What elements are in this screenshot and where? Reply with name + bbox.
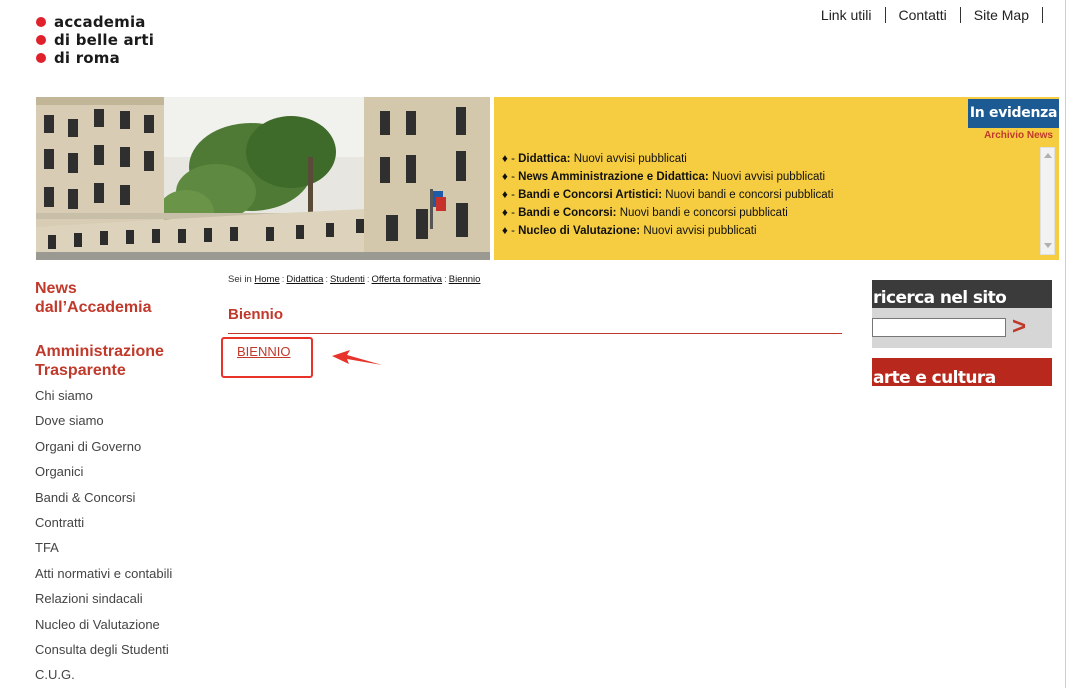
nav-item-cug[interactable]: C.U.G. <box>35 665 172 688</box>
banner-photo <box>36 97 490 260</box>
top-link-site-map[interactable]: Site Map <box>961 7 1042 23</box>
nav-heading-news[interactable]: News dall’Accademia <box>35 279 152 317</box>
nav-item-organi-di-governo[interactable]: Organi di Governo <box>35 437 172 462</box>
page-title: Biennio <box>228 306 283 323</box>
arte-e-cultura-box[interactable]: arte e cultura <box>872 358 1052 386</box>
nav-heading-amm-line-2: Trasparente <box>35 362 126 379</box>
site-search-box: ricerca nel sito > <box>872 280 1052 348</box>
breadcrumb-studenti[interactable]: Studenti <box>330 274 365 285</box>
scroll-down-icon[interactable] <box>1044 243 1052 248</box>
news-item[interactable]: ♦ - Bandi e Concorsi: Nuovi bandi e conc… <box>502 204 833 222</box>
breadcrumb-offerta-formativa[interactable]: Offerta formativa <box>372 274 443 285</box>
logo-line-2: di belle arti <box>54 31 155 49</box>
news-bullet: ♦ - <box>502 189 519 201</box>
nav-item-organici[interactable]: Organici <box>35 462 172 487</box>
nav-item-contratti[interactable]: Contratti <box>35 513 172 538</box>
annotation-arrow-icon <box>332 350 382 365</box>
search-title: ricerca nel sito <box>872 280 1052 308</box>
news-item-title: Didattica: <box>518 153 571 165</box>
news-item[interactable]: ♦ - News Amministrazione e Didattica: Nu… <box>502 168 833 186</box>
news-item-text: Nuovi bandi e concorsi pubblicati <box>665 189 834 201</box>
logo-line-1: accademia <box>54 13 146 31</box>
news-item[interactable]: ♦ - Nucleo di Valutazione: Nuovi avvisi … <box>502 222 833 240</box>
logo-dot <box>36 35 46 45</box>
breadcrumb-separator: : <box>366 274 370 285</box>
nav-heading-amministrazione[interactable]: Amministrazione Trasparente <box>35 342 164 380</box>
news-list: ♦ - Didattica: Nuovi avvisi pubblicati ♦… <box>502 150 833 240</box>
archivio-news-link[interactable]: Archivio News <box>984 130 1053 141</box>
top-link-separator <box>1042 7 1043 23</box>
nav-item-tfa[interactable]: TFA <box>35 538 172 563</box>
nav-item-nucleo-di-valutazione[interactable]: Nucleo di Valutazione <box>35 615 172 640</box>
news-item[interactable]: ♦ - Didattica: Nuovi avvisi pubblicati <box>502 150 833 168</box>
news-bullet: ♦ - <box>502 207 519 219</box>
logo-dot <box>36 17 46 27</box>
breadcrumb: Sei in Home: Didattica: Studenti: Offerta f… <box>228 274 480 285</box>
news-item-title: Bandi e Concorsi: <box>518 207 617 219</box>
nav-heading-news-line-2: dall’Accademia <box>35 299 152 316</box>
nav-item-consulta-studenti[interactable]: Consulta degli Studenti <box>35 640 172 665</box>
news-item-title: Nucleo di Valutazione: <box>518 225 641 237</box>
arte-e-cultura-title: arte e cultura <box>873 368 996 386</box>
in-evidenza-label: In evidenza <box>968 99 1059 128</box>
news-bullet: ♦ - <box>502 153 519 165</box>
nav-item-bandi-concorsi[interactable]: Bandi & Concorsi <box>35 488 172 513</box>
top-link-contatti[interactable]: Contatti <box>886 7 960 23</box>
scroll-up-icon[interactable] <box>1044 153 1052 158</box>
news-item-text: Nuovi avvisi pubblicati <box>711 171 826 183</box>
breadcrumb-separator: : <box>444 274 447 285</box>
nav-heading-amm-line-1: Amministrazione <box>35 343 164 360</box>
top-link-link-utili[interactable]: Link utili <box>808 7 885 23</box>
nav-item-atti-normativi[interactable]: Atti normativi e contabili <box>35 564 172 589</box>
news-scrollbar[interactable] <box>1040 147 1055 255</box>
nav-item-relazioni-sindacali[interactable]: Relazioni sindacali <box>35 589 172 614</box>
breadcrumb-home[interactable]: Home <box>254 274 279 285</box>
logo-dot <box>36 53 46 63</box>
annotation-highlight-box <box>221 337 313 378</box>
search-go-button[interactable]: > <box>1012 314 1026 340</box>
nav-heading-news-line-1: News <box>35 280 77 297</box>
news-item-text: Nuovi avvisi pubblicati <box>643 225 757 237</box>
page-frame: accademia di belle arti di roma Link uti… <box>0 0 1066 688</box>
news-bullet: ♦ - <box>502 225 519 237</box>
title-divider <box>228 333 842 334</box>
news-bullet: ♦ - <box>502 171 519 183</box>
logo-line-3: di roma <box>54 49 120 67</box>
breadcrumb-prefix: Sei in <box>228 274 252 285</box>
news-highlight-box: In evidenza Archivio News ♦ - Didattica:… <box>494 97 1059 260</box>
building-image <box>36 97 490 260</box>
news-item-title: News Amministrazione e Didattica: <box>518 171 709 183</box>
news-item-text: Nuovi avvisi pubblicati <box>573 153 687 165</box>
breadcrumb-biennio[interactable]: Biennio <box>449 274 481 285</box>
breadcrumb-didattica[interactable]: Didattica <box>286 274 323 285</box>
search-input[interactable] <box>872 318 1006 337</box>
top-links: Link utili Contatti Site Map <box>808 7 1043 23</box>
news-item-text: Nuovi bandi e concorsi pubblicati <box>619 207 788 219</box>
site-logo[interactable]: accademia di belle arti di roma <box>36 13 154 67</box>
left-nav-list: Chi siamo Dove siamo Organi di Governo O… <box>35 386 172 688</box>
breadcrumb-separator: : <box>325 274 328 285</box>
search-row: > <box>872 308 1052 348</box>
nav-item-chi-siamo[interactable]: Chi siamo <box>35 386 172 411</box>
news-item-title: Bandi e Concorsi Artistici: <box>518 189 663 201</box>
news-item[interactable]: ♦ - Bandi e Concorsi Artistici: Nuovi ba… <box>502 186 833 204</box>
nav-item-dove-siamo[interactable]: Dove siamo <box>35 411 172 436</box>
